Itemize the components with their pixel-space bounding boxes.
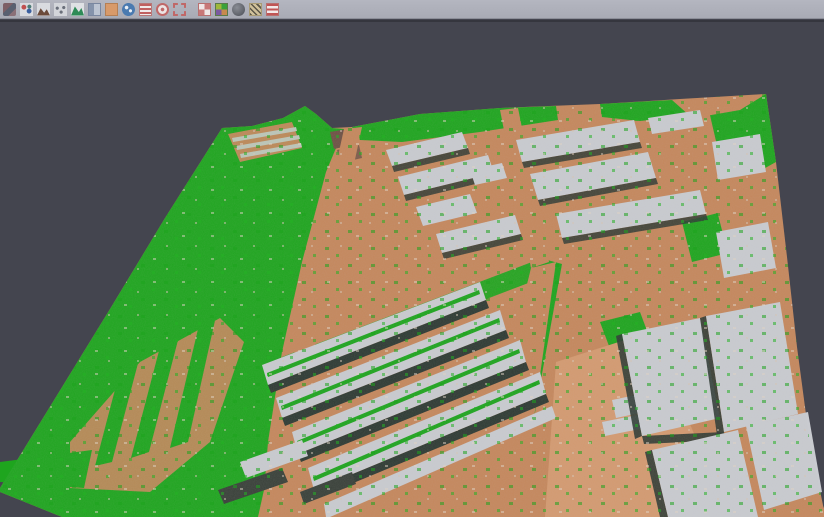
viewport-3d[interactable]: [0, 22, 824, 517]
sparse-cloud-icon[interactable]: [53, 2, 68, 17]
dem-icon[interactable]: [70, 2, 85, 17]
classification-icon[interactable]: [214, 2, 229, 17]
align-points-glyph: [20, 3, 33, 16]
list-glyph: [139, 3, 152, 16]
orthophoto-glyph: [105, 3, 118, 16]
main-toolbar: [0, 0, 824, 19]
terrain-glyph: [37, 3, 50, 16]
grid-glyph: [198, 3, 211, 16]
globe-icon[interactable]: [121, 2, 136, 17]
mesh-sphere-glyph: [232, 3, 245, 16]
profile-icon[interactable]: [87, 2, 102, 17]
texture-icon[interactable]: [248, 2, 263, 17]
point-cloud-glyph: [3, 3, 16, 16]
toolbar-separator: [189, 2, 197, 17]
point-cloud-scene: [0, 22, 824, 517]
profile-glyph: [88, 3, 101, 16]
list-icon[interactable]: [138, 2, 153, 17]
point-cloud-icon[interactable]: [2, 2, 17, 17]
target-icon[interactable]: [155, 2, 170, 17]
target-glyph: [156, 3, 169, 16]
orthophoto-icon[interactable]: [104, 2, 119, 17]
mesh-sphere-icon[interactable]: [231, 2, 246, 17]
dem-glyph: [71, 3, 84, 16]
align-points-icon[interactable]: [19, 2, 34, 17]
histogram-glyph: [266, 3, 279, 16]
pointcloud-noise-overlay: [0, 82, 824, 517]
terrain-icon[interactable]: [36, 2, 51, 17]
texture-glyph: [249, 3, 262, 16]
application-window: [0, 0, 824, 517]
classification-glyph: [215, 3, 228, 16]
histogram-icon[interactable]: [265, 2, 280, 17]
globe-glyph: [122, 3, 135, 16]
crop-icon[interactable]: [172, 2, 187, 17]
grid-icon[interactable]: [197, 2, 212, 17]
crop-glyph: [173, 3, 186, 16]
sparse-cloud-glyph: [54, 3, 67, 16]
